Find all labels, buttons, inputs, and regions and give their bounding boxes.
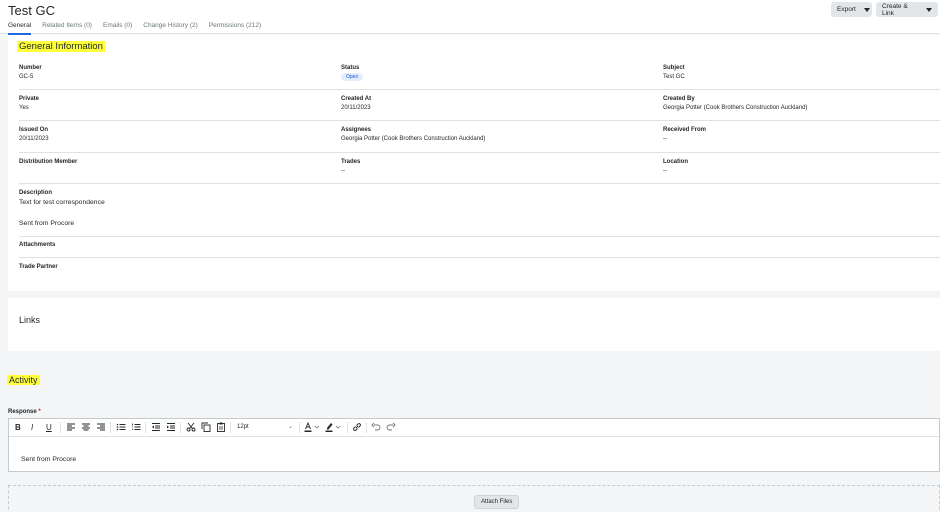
align-left-icon[interactable] [66, 422, 76, 435]
distribution-member-label: Distribution Member [19, 159, 78, 165]
assignees-label: Assignees [341, 127, 372, 133]
underline-button[interactable]: U [46, 422, 52, 433]
undo-icon[interactable] [371, 422, 381, 435]
align-right-icon[interactable] [96, 422, 106, 435]
indent-icon[interactable] [166, 422, 176, 435]
attachments-label: Attachments [19, 242, 56, 248]
created-at-value: 20/11/2023 [341, 105, 371, 111]
section-title-links: Links [19, 315, 41, 325]
redo-icon[interactable] [386, 422, 396, 435]
location-label: Location [663, 159, 688, 165]
created-by-label: Created By [663, 96, 695, 102]
subject-value: Test GC [663, 74, 685, 80]
private-label: Private [19, 96, 40, 102]
links-card: Links [8, 298, 940, 351]
tab-bar: General Related Items (0) Emails (0) Cha… [8, 22, 261, 35]
attach-files-button[interactable]: Attach Files [474, 495, 520, 509]
toolbar-separator [180, 422, 181, 433]
issued-on-label: Issued On [19, 127, 49, 133]
file-dropzone[interactable]: Attach Files [8, 485, 940, 512]
divider [19, 257, 940, 258]
response-label: Response * [8, 409, 41, 415]
trade-partner-label: Trade Partner [19, 264, 58, 270]
page-title: Test GC [8, 3, 55, 18]
status-badge: Open [341, 73, 364, 81]
divider [19, 183, 940, 184]
bold-button[interactable]: B [15, 422, 21, 433]
description-text-signature: Sent from Procore [19, 220, 75, 227]
description-text: Text for test correspondence [19, 199, 105, 206]
trades-value: -- [341, 168, 345, 174]
tab-emails[interactable]: Emails (0) [103, 22, 132, 35]
toolbar-separator [110, 422, 111, 433]
paste-icon[interactable] [216, 422, 226, 435]
section-title-activity: Activity [7, 375, 40, 385]
toolbar-separator [366, 422, 367, 433]
toolbar-separator [230, 422, 231, 433]
font-size-value: 12pt [237, 424, 249, 430]
toolbar-separator [299, 422, 300, 433]
received-from-label: Received From [663, 127, 707, 133]
subject-label: Subject [663, 65, 685, 71]
caret-down-icon [863, 7, 870, 12]
tab-related-items[interactable]: Related Items (0) [42, 22, 92, 35]
create-link-button[interactable]: Create & Link [876, 2, 938, 17]
general-information-card: General Information Number GC-5 Status O… [8, 35, 940, 291]
outdent-icon[interactable] [151, 422, 161, 435]
section-title-general-information: General Information [17, 41, 105, 52]
tab-permissions[interactable]: Permissions (212) [209, 22, 261, 35]
divider [19, 236, 940, 237]
private-value: Yes [19, 105, 29, 111]
align-center-icon[interactable] [81, 422, 91, 435]
issued-on-value: 20/11/2023 [19, 136, 49, 142]
copy-icon[interactable] [201, 422, 211, 435]
divider [19, 152, 940, 153]
link-icon[interactable] [352, 422, 362, 435]
number-value: GC-5 [19, 74, 34, 80]
editor-content[interactable]: Sent from Procore [21, 456, 76, 463]
editor-toolbar: B I U 12pt ⌄ [9, 419, 939, 437]
toolbar-separator [145, 422, 146, 433]
assignees-value: Georgia Potter (Cook Brothers Constructi… [341, 136, 486, 142]
created-at-label: Created At [341, 96, 372, 102]
font-size-select[interactable]: 12pt ⌄ [237, 422, 293, 433]
text-color-icon[interactable] [304, 421, 320, 436]
bullet-list-icon[interactable] [116, 422, 126, 435]
chevron-down-icon: ⌄ [287, 424, 293, 430]
required-mark: * [38, 409, 41, 415]
number-label: Number [19, 65, 42, 71]
created-by-value: Georgia Potter (Cook Brothers Constructi… [663, 105, 808, 111]
create-link-button-label: Create & Link [882, 2, 908, 17]
export-button-label: Export [837, 6, 856, 13]
location-value: -- [663, 168, 667, 174]
divider [19, 89, 940, 90]
toolbar-separator [60, 422, 61, 433]
toolbar-separator [347, 422, 348, 433]
status-label: Status [341, 65, 360, 71]
tab-change-history[interactable]: Change History (2) [143, 22, 198, 35]
italic-button[interactable]: I [31, 422, 33, 433]
cut-icon[interactable] [186, 422, 196, 435]
description-label: Description [19, 190, 53, 196]
response-editor[interactable]: B I U 12pt ⌄ Sent from Procore [8, 418, 940, 472]
divider [19, 120, 940, 121]
export-button[interactable]: Export [831, 2, 872, 17]
trades-label: Trades [341, 159, 361, 165]
numbered-list-icon[interactable] [131, 422, 141, 435]
tab-general[interactable]: General [8, 22, 32, 35]
received-from-value: -- [663, 136, 667, 142]
highlight-color-icon[interactable] [325, 422, 341, 436]
page-header: Test GC General Related Items (0) Emails… [0, 0, 940, 35]
caret-down-icon [926, 7, 932, 12]
